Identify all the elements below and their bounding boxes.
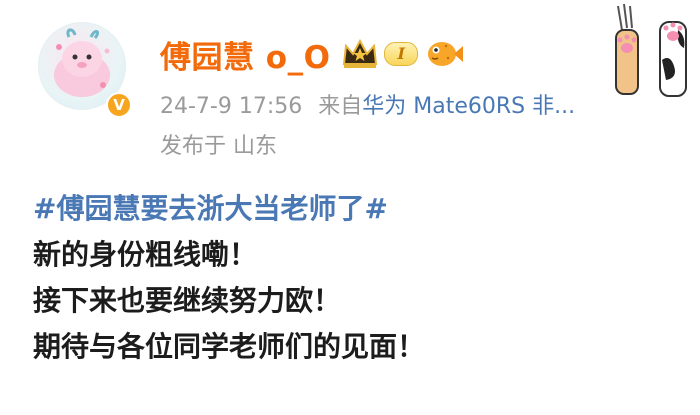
- author-name-row: 傅园慧 o_O I: [160, 32, 464, 76]
- post-location: 发布于 山东: [160, 134, 277, 159]
- crown-vip-icon[interactable]: [340, 36, 380, 72]
- puffer-fish-icon[interactable]: [424, 38, 464, 70]
- topic-hashtag-link[interactable]: #傅园慧要去浙大当老师了#: [33, 186, 425, 232]
- author-avatar[interactable]: V: [34, 14, 134, 118]
- post-line-3: 期待与各位同学老师们的见面！: [33, 330, 426, 363]
- post-meta: 24-7-9 17:56 来自华为 Mate60RS 非...: [160, 88, 575, 120]
- source-prefix: 来自: [318, 94, 363, 119]
- cat-paws-decoration: [604, 0, 700, 100]
- author-name[interactable]: 傅园慧 o_O: [160, 32, 330, 77]
- post-line-1: 新的身份粗线嘞！: [33, 238, 258, 271]
- author-name-suffix: o_O: [265, 39, 331, 76]
- verified-badge-icon: V: [106, 92, 132, 118]
- post-content: #傅园慧要去浙大当老师了# 新的身份粗线嘞！ 接下来也要继续努力欧！ 期待与各位…: [33, 186, 425, 370]
- post-timestamp[interactable]: 24-7-9 17:56: [160, 94, 302, 119]
- level-badge-icon[interactable]: I: [384, 42, 418, 66]
- device-source-link[interactable]: 华为 Mate60RS 非...: [362, 94, 575, 119]
- author-name-text: 傅园慧: [160, 39, 255, 76]
- post-line-2: 接下来也要继续努力欧！: [33, 284, 342, 317]
